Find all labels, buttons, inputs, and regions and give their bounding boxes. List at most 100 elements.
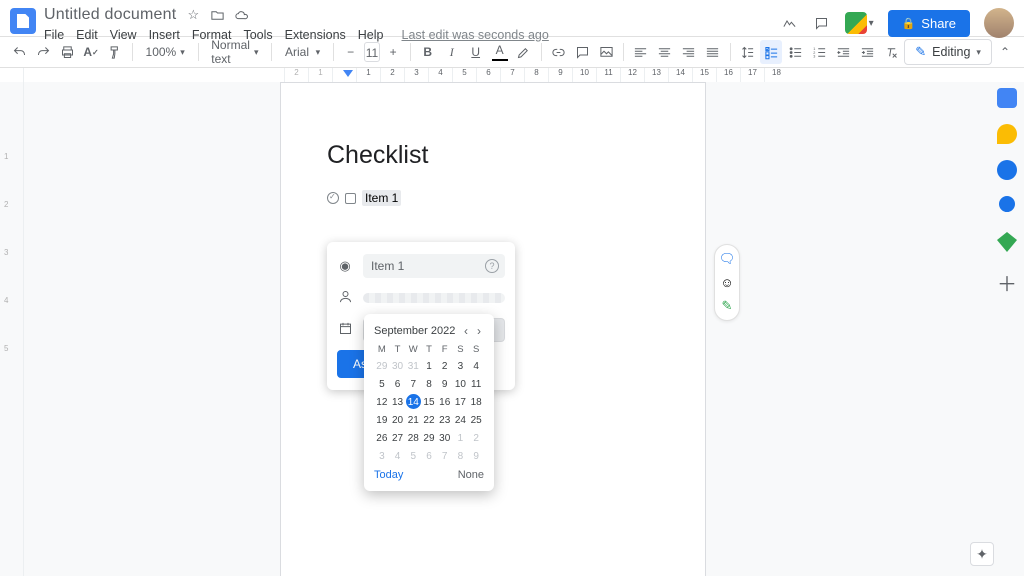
insert-link-button[interactable] <box>547 40 569 64</box>
get-addons-button[interactable]: ＋ <box>997 268 1017 297</box>
calendar-day[interactable]: 21 <box>406 412 421 427</box>
meet-button[interactable]: ▾ <box>845 12 874 34</box>
calendar-day[interactable]: 12 <box>374 394 389 409</box>
paint-format-button[interactable] <box>104 40 126 64</box>
paragraph-style-dropdown[interactable]: Normal text▾ <box>204 40 265 64</box>
calendar-day[interactable]: 8 <box>453 448 468 463</box>
none-button[interactable]: None <box>458 469 484 481</box>
calendar-day[interactable]: 11 <box>469 376 484 391</box>
line-spacing-button[interactable] <box>736 40 758 64</box>
collapse-toolbar-button[interactable]: ⌃ <box>1000 45 1010 59</box>
italic-button[interactable]: I <box>441 40 463 64</box>
insert-comment-button[interactable] <box>571 40 593 64</box>
calendar-day[interactable]: 5 <box>374 376 389 391</box>
help-icon[interactable]: ? <box>485 259 499 273</box>
cloud-status-icon[interactable] <box>232 6 250 24</box>
align-left-button[interactable] <box>630 40 652 64</box>
calendar-day[interactable]: 28 <box>406 430 421 445</box>
calendar-day[interactable]: 1 <box>453 430 468 445</box>
checklist-item-text[interactable]: Item 1 <box>362 190 401 206</box>
increase-indent-button[interactable] <box>856 40 878 64</box>
calendar-day[interactable]: 31 <box>406 358 421 373</box>
align-right-button[interactable] <box>678 40 700 64</box>
spellcheck-button[interactable]: A✓ <box>80 40 102 64</box>
calendar-day[interactable]: 3 <box>374 448 389 463</box>
zoom-dropdown[interactable]: 100%▾ <box>139 40 192 64</box>
bold-button[interactable]: B <box>417 40 439 64</box>
calendar-day[interactable]: 10 <box>453 376 468 391</box>
page-title[interactable]: Checklist <box>327 141 659 170</box>
calendar-day[interactable]: 27 <box>390 430 405 445</box>
today-button[interactable]: Today <box>374 469 403 481</box>
underline-button[interactable]: U <box>465 40 487 64</box>
calendar-day[interactable]: 9 <box>437 376 452 391</box>
task-title-input[interactable]: Item 1 ? <box>363 254 505 278</box>
contacts-app-icon[interactable] <box>997 196 1017 216</box>
maps-app-icon[interactable] <box>997 232 1017 252</box>
calendar-day[interactable]: 3 <box>453 358 468 373</box>
activity-icon[interactable] <box>781 14 799 32</box>
calendar-day[interactable]: 15 <box>421 394 436 409</box>
font-family-dropdown[interactable]: Arial▾ <box>278 40 327 64</box>
insert-image-button[interactable] <box>595 40 617 64</box>
checkbox-icon[interactable] <box>345 193 356 204</box>
decrease-indent-button[interactable] <box>832 40 854 64</box>
add-emoji-icon[interactable]: ☺ <box>720 275 733 290</box>
calendar-day[interactable]: 29 <box>374 358 389 373</box>
calendar-day[interactable]: 7 <box>406 376 421 391</box>
calendar-day[interactable]: 24 <box>453 412 468 427</box>
prev-month-button[interactable]: ‹ <box>461 324 471 338</box>
document-title[interactable]: Untitled document <box>44 6 176 24</box>
calendar-day[interactable]: 30 <box>437 430 452 445</box>
calendar-day[interactable]: 1 <box>421 358 436 373</box>
align-justify-button[interactable] <box>702 40 724 64</box>
share-button[interactable]: 🔒 Share <box>888 10 970 37</box>
calendar-day[interactable]: 22 <box>421 412 436 427</box>
calendar-day[interactable]: 9 <box>469 448 484 463</box>
calendar-day[interactable]: 6 <box>421 448 436 463</box>
indent-marker-icon[interactable] <box>343 70 353 77</box>
calendar-day[interactable]: 5 <box>406 448 421 463</box>
bulleted-list-button[interactable] <box>784 40 806 64</box>
calendar-day[interactable]: 14 <box>406 394 421 409</box>
calendar-day[interactable]: 8 <box>421 376 436 391</box>
calendar-day[interactable]: 18 <box>469 394 484 409</box>
increase-fontsize-button[interactable]: + <box>382 40 404 64</box>
calendar-day[interactable]: 23 <box>437 412 452 427</box>
mode-dropdown[interactable]: ✎ Editing ▾ <box>904 39 992 65</box>
star-icon[interactable]: ☆ <box>184 6 202 24</box>
align-center-button[interactable] <box>654 40 676 64</box>
keep-app-icon[interactable] <box>997 124 1017 144</box>
calendar-day[interactable]: 19 <box>374 412 389 427</box>
checklist-item[interactable]: Item 1 <box>327 190 659 206</box>
suggest-edits-icon[interactable]: ✎ <box>722 298 733 314</box>
calendar-day[interactable]: 6 <box>390 376 405 391</box>
assign-task-icon[interactable] <box>327 192 339 204</box>
calendar-day[interactable]: 17 <box>453 394 468 409</box>
calendar-day[interactable]: 4 <box>469 358 484 373</box>
calendar-day[interactable]: 29 <box>421 430 436 445</box>
calendar-day[interactable]: 16 <box>437 394 452 409</box>
calendar-day[interactable]: 7 <box>437 448 452 463</box>
text-color-button[interactable]: A <box>489 40 511 64</box>
redo-button[interactable] <box>32 40 54 64</box>
calendar-day[interactable]: 4 <box>390 448 405 463</box>
calendar-app-icon[interactable] <box>997 88 1017 108</box>
assignee-input[interactable] <box>363 293 505 303</box>
add-comment-icon[interactable]: 🗨 <box>719 251 736 267</box>
calendar-day[interactable]: 13 <box>390 394 405 409</box>
explore-button[interactable]: ✦ <box>970 542 994 566</box>
calendar-day[interactable]: 26 <box>374 430 389 445</box>
calendar-day[interactable]: 2 <box>469 430 484 445</box>
comments-icon[interactable] <box>813 14 831 32</box>
decrease-fontsize-button[interactable]: − <box>340 40 362 64</box>
next-month-button[interactable]: › <box>474 324 484 338</box>
checklist-button[interactable] <box>760 40 782 64</box>
numbered-list-button[interactable]: 123 <box>808 40 830 64</box>
docs-logo-icon[interactable] <box>10 8 36 34</box>
font-size-input[interactable]: 11 <box>364 42 380 62</box>
highlight-button[interactable] <box>513 40 535 64</box>
menu-help[interactable]: Help <box>358 28 384 42</box>
calendar-day[interactable]: 30 <box>390 358 405 373</box>
undo-button[interactable] <box>8 40 30 64</box>
